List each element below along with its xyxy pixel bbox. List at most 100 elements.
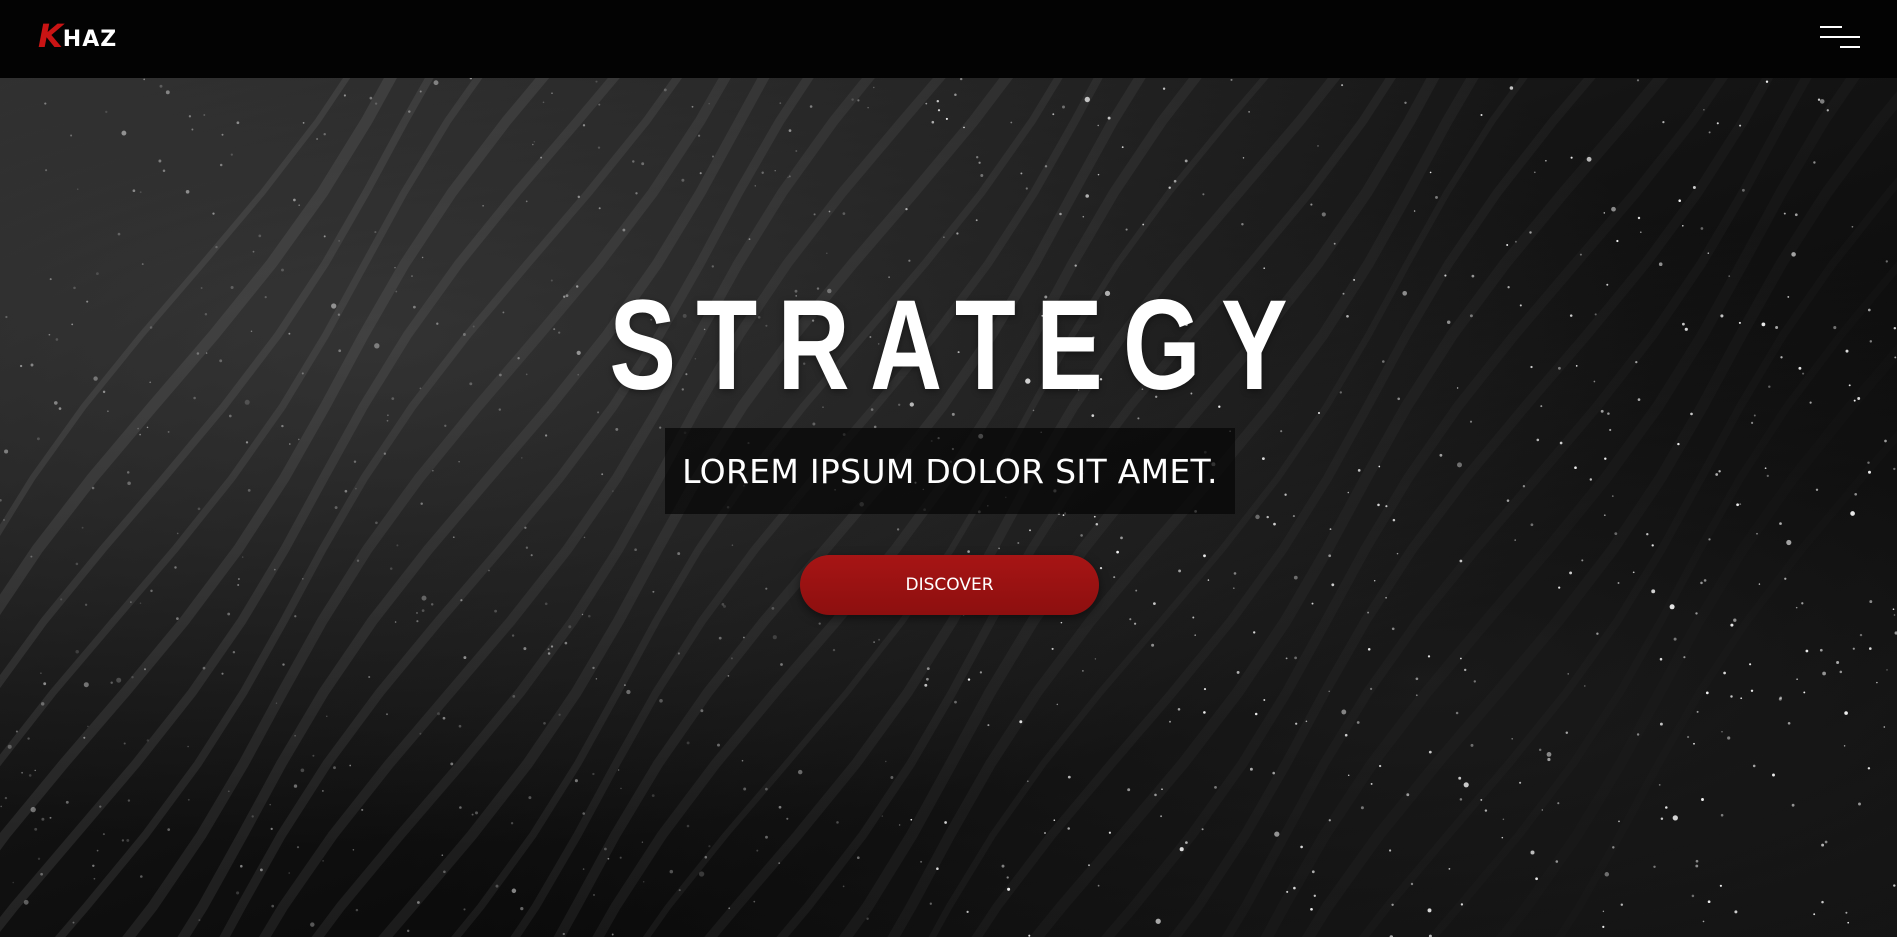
sand-grain <box>1730 695 1733 698</box>
sand-grain <box>1858 802 1861 806</box>
sand-grain <box>1795 606 1798 609</box>
sand-grain <box>754 185 757 187</box>
sand-grain <box>1707 900 1711 904</box>
sand-grain <box>1080 534 1083 537</box>
sand-grain <box>1059 212 1062 216</box>
sand-grain <box>1836 661 1840 664</box>
sand-grain <box>1659 657 1663 661</box>
sand-grain <box>1574 466 1577 470</box>
sand-grain <box>926 677 929 681</box>
sand-grain <box>1614 532 1618 535</box>
sand-grain <box>797 769 803 775</box>
sand-grain <box>1727 736 1731 740</box>
sand-grain <box>598 103 601 106</box>
sand-grain <box>1761 322 1766 327</box>
sand-grain <box>727 675 730 677</box>
sand-grain <box>1884 439 1887 443</box>
sand-grain <box>686 741 690 745</box>
sand-grain <box>241 556 244 558</box>
sand-grain <box>165 90 170 95</box>
sand-grain <box>1095 522 1099 526</box>
sand-grain <box>432 470 434 472</box>
sand-grain <box>416 620 419 623</box>
sand-grain <box>1203 554 1206 558</box>
sand-grain <box>771 607 775 610</box>
sand-grain <box>1700 581 1703 585</box>
sand-grain <box>374 102 378 105</box>
sand-grain <box>677 552 681 556</box>
sand-grain <box>1410 882 1414 886</box>
sand-grain <box>167 828 171 831</box>
sand-grain <box>1082 670 1084 672</box>
sand-grain <box>525 200 528 203</box>
sand-grain <box>525 546 529 549</box>
sand-grain <box>1242 157 1245 159</box>
sand-grain <box>542 101 545 104</box>
sand-grain <box>908 259 911 262</box>
sand-grain <box>1750 689 1754 693</box>
sand-grain <box>1558 586 1561 589</box>
sand-grain <box>1377 503 1380 507</box>
sand-grain <box>131 675 134 679</box>
sand-grain <box>1658 262 1663 266</box>
sand-grain <box>48 333 51 336</box>
sand-grain <box>236 891 240 895</box>
sand-grain <box>635 192 638 195</box>
sand-grain <box>615 427 619 431</box>
sand-grain <box>353 460 357 463</box>
sand-grain <box>394 266 396 269</box>
sand-grain <box>1559 441 1563 445</box>
sand-grain <box>1780 356 1783 359</box>
hamburger-menu-icon[interactable] <box>1820 22 1862 54</box>
sand-grain <box>421 595 427 601</box>
sand-grain <box>1703 109 1705 111</box>
sand-grain <box>582 124 586 127</box>
sand-grain <box>1333 242 1336 245</box>
sand-grain <box>126 471 130 474</box>
sand-grain <box>7 744 12 749</box>
sand-grain <box>323 132 326 136</box>
sand-grain <box>1749 663 1752 666</box>
sand-grain <box>221 672 224 675</box>
sand-grain <box>1678 199 1681 202</box>
sand-grain <box>1051 647 1054 650</box>
sand-grain <box>40 672 42 675</box>
sand-grain <box>1202 193 1205 196</box>
sand-grain <box>1121 146 1124 149</box>
sand-grain <box>929 902 932 905</box>
sand-grain <box>1673 637 1677 641</box>
sand-grain <box>1766 474 1769 478</box>
sand-grain <box>551 92 553 95</box>
sand-grain <box>188 115 192 118</box>
sand-grain <box>1429 171 1432 174</box>
sand-grain <box>1062 514 1065 516</box>
sand-grain <box>1127 788 1131 792</box>
sand-grain <box>1617 582 1620 584</box>
sand-grain <box>1775 326 1779 329</box>
sand-grain <box>1600 409 1604 413</box>
sand-grain <box>1723 671 1726 675</box>
sand-grain <box>259 868 263 872</box>
sand-grain <box>1857 397 1861 400</box>
sand-grain <box>1602 925 1605 928</box>
discover-button[interactable]: DISCOVER <box>800 555 1099 615</box>
sand-grain <box>1427 908 1432 913</box>
sand-grain <box>944 821 947 824</box>
sand-grain <box>252 250 255 253</box>
sand-grain <box>149 381 152 384</box>
logo[interactable]: K HAZ <box>38 20 117 52</box>
sand-grain <box>1294 656 1297 660</box>
sand-grain <box>417 901 420 904</box>
sand-grain <box>27 737 30 740</box>
sand-grain <box>475 811 478 815</box>
sand-grain <box>355 908 359 912</box>
sand-grain <box>588 614 591 618</box>
sand-grain <box>227 612 231 616</box>
sand-grain <box>1311 602 1314 605</box>
sand-grain <box>1385 505 1388 508</box>
sand-grain <box>524 526 527 529</box>
sand-grain <box>416 612 418 614</box>
sand-grain <box>343 94 346 97</box>
sand-grain <box>1768 385 1771 388</box>
sand-grain <box>954 700 957 704</box>
